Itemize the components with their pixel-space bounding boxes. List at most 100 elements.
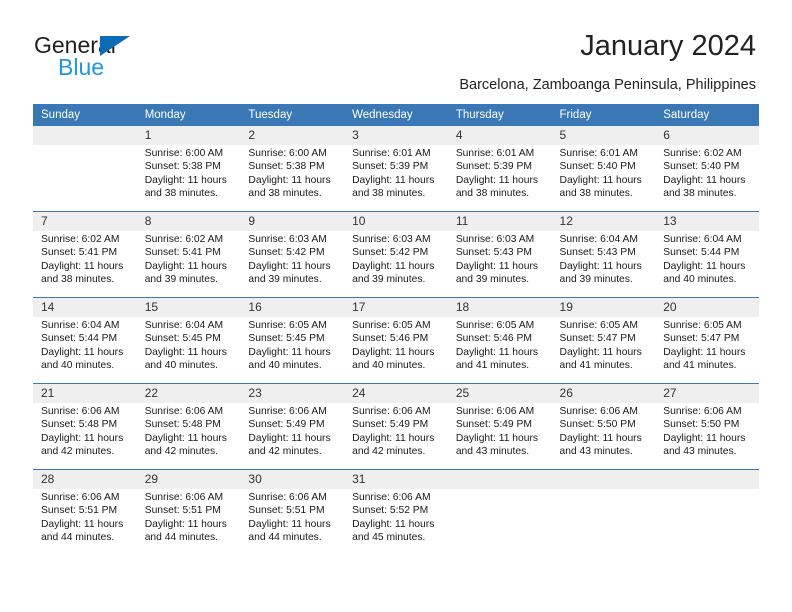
- day-detail-cell[interactable]: Sunrise: 6:04 AM Sunset: 5:45 PM Dayligh…: [136, 317, 241, 384]
- daylight-text-line1: Daylight: 11 hours: [144, 260, 227, 272]
- day-number[interactable]: 12: [551, 211, 656, 231]
- day-number[interactable]: 22: [136, 383, 241, 403]
- day-number[interactable]: 1: [136, 126, 241, 145]
- day-detail-cell[interactable]: Sunrise: 6:02 AM Sunset: 5:40 PM Dayligh…: [655, 145, 759, 212]
- day-number[interactable]: 2: [240, 126, 345, 145]
- day-detail-cell[interactable]: Sunrise: 6:05 AM Sunset: 5:47 PM Dayligh…: [551, 317, 656, 384]
- page-header: General Blue January 2024 Barcelona, Zam…: [0, 0, 792, 102]
- day-detail-cell[interactable]: [33, 145, 137, 212]
- day-detail-cell[interactable]: Sunrise: 6:05 AM Sunset: 5:46 PM Dayligh…: [447, 317, 552, 384]
- day-detail-cell[interactable]: Sunrise: 6:01 AM Sunset: 5:40 PM Dayligh…: [551, 145, 656, 212]
- day-number[interactable]: 29: [136, 469, 241, 489]
- sunrise-text: Sunrise: 6:01 AM: [352, 148, 431, 159]
- day-number[interactable]: 31: [344, 469, 448, 489]
- day-number[interactable]: 9: [240, 211, 345, 231]
- day-detail-cell[interactable]: Sunrise: 6:02 AM Sunset: 5:41 PM Dayligh…: [136, 231, 241, 298]
- day-number[interactable]: 6: [655, 126, 759, 145]
- day-detail-cell[interactable]: Sunrise: 6:00 AM Sunset: 5:38 PM Dayligh…: [136, 145, 241, 212]
- day-detail-cell[interactable]: Sunrise: 6:05 AM Sunset: 5:45 PM Dayligh…: [240, 317, 345, 384]
- day-number[interactable]: 3: [344, 126, 448, 145]
- daylight-text-line2: and 43 minutes.: [455, 446, 530, 458]
- day-number[interactable]: 10: [344, 211, 448, 231]
- daylight-text-line1: Daylight: 11 hours: [41, 260, 124, 272]
- day-number[interactable]: 18: [447, 297, 552, 317]
- day-detail-cell[interactable]: Sunrise: 6:06 AM Sunset: 5:49 PM Dayligh…: [447, 403, 552, 470]
- day-detail-cell[interactable]: [447, 489, 552, 555]
- day-detail-cell[interactable]: Sunrise: 6:04 AM Sunset: 5:43 PM Dayligh…: [551, 231, 656, 298]
- sunrise-text: Sunrise: 6:06 AM: [352, 406, 431, 417]
- day-detail-cell[interactable]: Sunrise: 6:01 AM Sunset: 5:39 PM Dayligh…: [447, 145, 552, 212]
- day-number[interactable]: 26: [551, 383, 656, 403]
- sunset-text: Sunset: 5:42 PM: [352, 247, 429, 259]
- day-detail-cell[interactable]: Sunrise: 6:06 AM Sunset: 5:51 PM Dayligh…: [136, 489, 241, 555]
- daylight-text-line1: Daylight: 11 hours: [559, 432, 642, 444]
- day-detail-cell[interactable]: Sunrise: 6:06 AM Sunset: 5:48 PM Dayligh…: [33, 403, 137, 470]
- sunset-text: Sunset: 5:41 PM: [144, 247, 221, 259]
- day-detail-cell[interactable]: Sunrise: 6:03 AM Sunset: 5:42 PM Dayligh…: [240, 231, 345, 298]
- day-detail-cell[interactable]: [551, 489, 656, 555]
- day-number[interactable]: 13: [655, 211, 759, 231]
- day-detail-cell[interactable]: Sunrise: 6:06 AM Sunset: 5:51 PM Dayligh…: [240, 489, 345, 555]
- day-detail-cell[interactable]: Sunrise: 6:02 AM Sunset: 5:41 PM Dayligh…: [33, 231, 137, 298]
- day-detail-cell[interactable]: Sunrise: 6:06 AM Sunset: 5:50 PM Dayligh…: [655, 403, 759, 470]
- day-number[interactable]: 5: [551, 126, 656, 145]
- day-number[interactable]: 21: [33, 383, 137, 403]
- weekday-header-row: Sunday Monday Tuesday Wednesday Thursday…: [33, 104, 759, 126]
- sunrise-text: Sunrise: 6:03 AM: [455, 234, 535, 245]
- day-number[interactable]: 23: [240, 383, 345, 403]
- daylight-text-line1: Daylight: 11 hours: [144, 174, 227, 186]
- sunrise-text: Sunrise: 6:06 AM: [248, 406, 327, 417]
- day-number[interactable]: 4: [447, 126, 552, 145]
- day-number[interactable]: 27: [655, 383, 759, 403]
- daylight-text-line1: Daylight: 11 hours: [559, 260, 642, 272]
- sunrise-text: Sunrise: 6:06 AM: [352, 492, 431, 503]
- calendar-table: Sunday Monday Tuesday Wednesday Thursday…: [33, 104, 759, 555]
- daylight-text-line2: and 38 minutes.: [248, 188, 322, 200]
- day-detail-cell[interactable]: Sunrise: 6:04 AM Sunset: 5:44 PM Dayligh…: [33, 317, 137, 384]
- day-detail-cell[interactable]: Sunrise: 6:05 AM Sunset: 5:46 PM Dayligh…: [344, 317, 448, 384]
- day-detail-cell[interactable]: Sunrise: 6:03 AM Sunset: 5:43 PM Dayligh…: [447, 231, 552, 298]
- sunset-text: Sunset: 5:51 PM: [144, 505, 221, 517]
- sunset-text: Sunset: 5:50 PM: [559, 419, 636, 431]
- day-number[interactable]: [655, 469, 759, 489]
- day-number[interactable]: 16: [240, 297, 345, 317]
- day-detail-cell[interactable]: Sunrise: 6:04 AM Sunset: 5:44 PM Dayligh…: [655, 231, 759, 298]
- general-blue-logo[interactable]: General Blue: [34, 32, 214, 84]
- day-number[interactable]: 11: [447, 211, 552, 231]
- day-number[interactable]: 30: [240, 469, 345, 489]
- day-detail-cell[interactable]: [655, 489, 759, 555]
- day-detail-cell[interactable]: Sunrise: 6:06 AM Sunset: 5:52 PM Dayligh…: [344, 489, 448, 555]
- day-detail-cell[interactable]: Sunrise: 6:05 AM Sunset: 5:47 PM Dayligh…: [655, 317, 759, 384]
- day-number[interactable]: 19: [551, 297, 656, 317]
- sunrise-text: Sunrise: 6:06 AM: [248, 492, 327, 503]
- day-detail-cell[interactable]: Sunrise: 6:06 AM Sunset: 5:49 PM Dayligh…: [344, 403, 448, 470]
- day-number[interactable]: 25: [447, 383, 552, 403]
- sunrise-text: Sunrise: 6:04 AM: [663, 234, 742, 245]
- sunset-text: Sunset: 5:43 PM: [455, 247, 532, 259]
- daylight-text-line1: Daylight: 11 hours: [663, 346, 746, 358]
- day-number[interactable]: [551, 469, 656, 489]
- day-number[interactable]: [33, 126, 137, 145]
- day-number[interactable]: 8: [136, 211, 241, 231]
- day-number[interactable]: 20: [655, 297, 759, 317]
- day-detail-cell[interactable]: Sunrise: 6:01 AM Sunset: 5:39 PM Dayligh…: [344, 145, 448, 212]
- sunrise-text: Sunrise: 6:05 AM: [248, 320, 327, 331]
- day-number[interactable]: 17: [344, 297, 448, 317]
- day-number[interactable]: 28: [33, 469, 137, 489]
- daylight-text-line2: and 38 minutes.: [41, 274, 115, 286]
- week-row-details: Sunrise: 6:06 AM Sunset: 5:51 PM Dayligh…: [33, 489, 759, 555]
- day-number[interactable]: 15: [136, 297, 241, 317]
- day-number[interactable]: 14: [33, 297, 137, 317]
- day-detail-cell[interactable]: Sunrise: 6:06 AM Sunset: 5:48 PM Dayligh…: [136, 403, 241, 470]
- day-detail-cell[interactable]: Sunrise: 6:06 AM Sunset: 5:50 PM Dayligh…: [551, 403, 656, 470]
- day-detail-cell[interactable]: Sunrise: 6:03 AM Sunset: 5:42 PM Dayligh…: [344, 231, 448, 298]
- sunset-text: Sunset: 5:49 PM: [248, 419, 325, 431]
- day-detail-cell[interactable]: Sunrise: 6:06 AM Sunset: 5:49 PM Dayligh…: [240, 403, 345, 470]
- day-number[interactable]: [447, 469, 552, 489]
- day-detail-cell[interactable]: Sunrise: 6:00 AM Sunset: 5:38 PM Dayligh…: [240, 145, 345, 212]
- sunset-text: Sunset: 5:47 PM: [559, 333, 636, 345]
- day-number[interactable]: 7: [33, 211, 137, 231]
- day-detail-cell[interactable]: Sunrise: 6:06 AM Sunset: 5:51 PM Dayligh…: [33, 489, 137, 555]
- day-number[interactable]: 24: [344, 383, 448, 403]
- sunrise-text: Sunrise: 6:04 AM: [559, 234, 638, 245]
